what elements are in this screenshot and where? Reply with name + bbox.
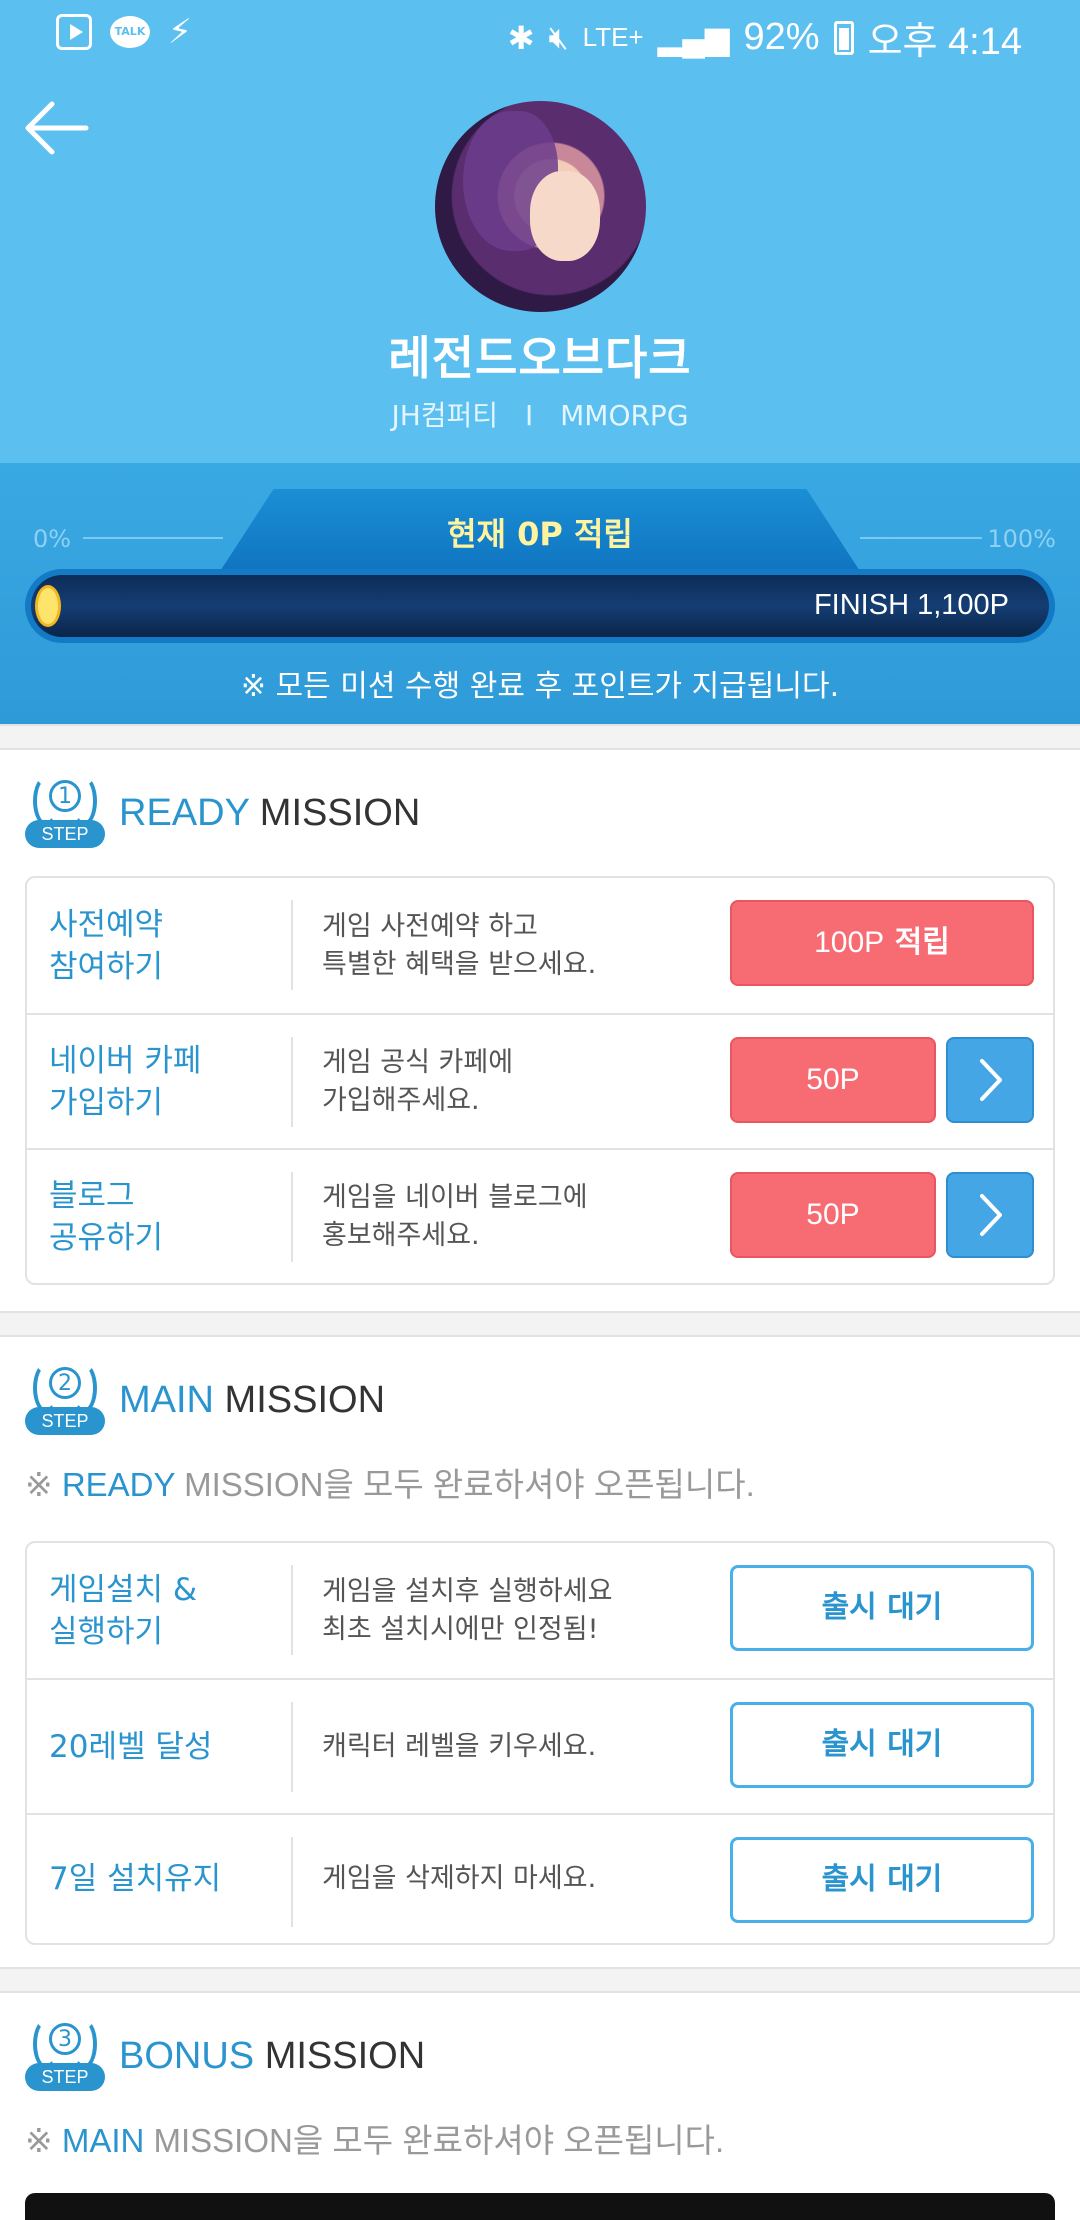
row-separator [291, 1037, 293, 1127]
developer-name: JH컴퍼티 [391, 399, 499, 432]
step-title: READY MISSION [119, 791, 421, 834]
status-bar: TALK ⚡ ✱ 🔇︎ LTE+ ▂▄▆ 92% 오후 4:14 [0, 0, 1080, 64]
mission-row: 네이버 카페 가입하기 게임 공식 카페에 가입해주세요. 50P [27, 1013, 1053, 1148]
laurel-step-icon: 2 STEP [25, 1361, 105, 1439]
mute-icon: 🔇︎ [548, 18, 569, 55]
step-note: ※ MAIN MISSION을 모두 완료하셔야 오픈됩니다. [25, 2122, 725, 2159]
meta-separator: I [524, 399, 534, 432]
kakao-talk-icon: TALK [110, 16, 150, 48]
play-store-icon [56, 14, 92, 50]
laurel-step-icon: 3 STEP [25, 2017, 105, 2095]
row-separator [291, 900, 293, 990]
back-arrow-icon [25, 101, 89, 155]
mission-title: 블로그 공유하기 [49, 1177, 164, 1256]
row-separator [291, 1172, 293, 1262]
progress-section: 0% 100% 현재 0P 적립 FINISH 1,100P ※ 모든 미션 수… [0, 463, 1080, 724]
earn-points-button[interactable]: 100P 적립 [730, 900, 1034, 986]
bluetooth-icon: ✱ [507, 19, 535, 56]
row-separator [291, 1565, 293, 1655]
step-title: BONUS MISSION [119, 2034, 426, 2077]
chevron-right-icon [980, 1059, 1002, 1101]
step-title: MAIN MISSION [119, 1378, 386, 1421]
bonus-banner-image [25, 2193, 1055, 2220]
game-genre: MMORPG [560, 399, 689, 432]
progress-min-label: 0% [33, 525, 72, 553]
current-points-label: 현재 0P 적립 [447, 515, 633, 553]
progress-note: ※ 모든 미션 수행 완료 후 포인트가 지급됩니다. [240, 669, 840, 704]
mission-row: 7일 설치유지 게임을 삭제하지 마세요. 출시 대기 [27, 1813, 1053, 1943]
step-2-header: 2 STEP MAIN MISSION [25, 1361, 385, 1439]
coming-soon-button[interactable]: 출시 대기 [730, 1837, 1034, 1923]
progress-divider-line [860, 537, 982, 539]
go-button[interactable] [946, 1037, 1034, 1123]
mission-desc: 게임 사전예약 하고 특별한 혜택을 받으세요. [322, 910, 597, 980]
progress-divider-line [83, 537, 223, 539]
mission-title: 20레벨 달성 [49, 1728, 213, 1765]
game-avatar [435, 101, 646, 312]
section-divider [0, 1967, 1080, 1993]
game-title: 레전드오브다크 [388, 331, 692, 385]
step-1-header: 1 STEP READY MISSION [25, 774, 420, 852]
mission-desc: 게임을 설치후 실행하세요 최초 설치시에만 인정됨! [322, 1575, 613, 1645]
back-button[interactable] [22, 92, 94, 164]
flash-icon: ⚡ [168, 12, 192, 52]
header: TALK ⚡ ✱ 🔇︎ LTE+ ▂▄▆ 92% 오후 4:14 레전드오브다크… [0, 0, 1080, 463]
row-separator [291, 1702, 293, 1792]
go-button[interactable] [946, 1172, 1034, 1258]
mission-row: 블로그 공유하기 게임을 네이버 블로그에 홍보해주세요. 50P [27, 1148, 1053, 1283]
mission-title: 7일 설치유지 [49, 1861, 222, 1897]
row-separator [291, 1837, 293, 1927]
mission-row: 사전예약 참여하기 게임 사전예약 하고 특별한 혜택을 받으세요. 100P … [27, 878, 1053, 1013]
chevron-right-icon [980, 1194, 1002, 1236]
step-note: ※ READY MISSION을 모두 완료하셔야 오픈됩니다. [25, 1466, 755, 1503]
section-divider [0, 724, 1080, 750]
battery-percent: 92% [743, 16, 820, 58]
main-mission-list: 게임설치 & 실행하기 게임을 설치후 실행하세요 최초 설치시에만 인정됨! … [25, 1541, 1055, 1945]
section-divider [0, 1311, 1080, 1337]
mission-desc: 게임을 삭제하지 마세요. [322, 1863, 597, 1894]
mission-title: 사전예약 참여하기 [49, 906, 164, 985]
laurel-step-icon: 1 STEP [25, 774, 105, 852]
progress-knob [35, 585, 61, 627]
ready-mission-list: 사전예약 참여하기 게임 사전예약 하고 특별한 혜택을 받으세요. 100P … [25, 876, 1055, 1285]
game-meta: JH컴퍼티 I MMORPG [0, 394, 1080, 434]
step-3-header: 3 STEP BONUS MISSION [25, 2017, 425, 2095]
points-button[interactable]: 50P [730, 1037, 936, 1123]
mission-title: 네이버 카페 가입하기 [49, 1042, 202, 1121]
clock: 오후 4:14 [867, 21, 1022, 63]
progress-track: FINISH 1,100P [31, 575, 1049, 637]
mission-desc: 게임을 네이버 블로그에 홍보해주세요. [322, 1181, 588, 1251]
finish-label: FINISH 1,100P [813, 589, 1009, 621]
coming-soon-button[interactable]: 출시 대기 [730, 1702, 1034, 1788]
coming-soon-button[interactable]: 출시 대기 [730, 1565, 1034, 1651]
progress-bar: FINISH 1,100P [25, 569, 1055, 643]
progress-max-label: 100% [987, 525, 1056, 553]
mission-title: 게임설치 & 실행하기 [49, 1571, 198, 1650]
mission-row: 20레벨 달성 캐릭터 레벨을 키우세요. 출시 대기 [27, 1678, 1053, 1813]
mission-desc: 캐릭터 레벨을 키우세요. [322, 1730, 597, 1762]
points-button[interactable]: 50P [730, 1172, 936, 1258]
mission-row: 게임설치 & 실행하기 게임을 설치후 실행하세요 최초 설치시에만 인정됨! … [27, 1543, 1053, 1678]
signal-icon: ▂▄▆ [657, 19, 730, 56]
network-type: LTE+ [582, 22, 644, 52]
mission-desc: 게임 공식 카페에 가입해주세요. [322, 1046, 514, 1116]
battery-icon [833, 20, 854, 55]
